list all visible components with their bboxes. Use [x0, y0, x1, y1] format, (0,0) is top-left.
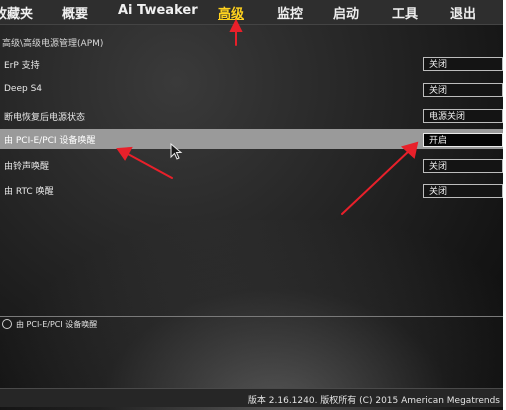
- menu-advanced[interactable]: 高级: [218, 3, 244, 22]
- info-icon: [2, 319, 12, 329]
- pcie-wake-dropdown[interactable]: 开启: [423, 133, 503, 147]
- screen-glare: [0, 220, 503, 410]
- menu-tool[interactable]: 工具: [392, 3, 418, 22]
- mouse-cursor-icon: [170, 143, 183, 160]
- menu-ai-tweaker[interactable]: Ai Tweaker: [118, 3, 198, 18]
- setting-label: 由 RTC 唤醒: [4, 187, 54, 197]
- setting-label: 由铃声唤醒: [4, 162, 50, 172]
- setting-label: 断电恢复后电源状态: [4, 113, 86, 123]
- menu-bar: 收藏夹 概要 Ai Tweaker 高级 监控 启动 工具 退出: [0, 0, 503, 25]
- setting-label: 由 PCI-E/PCI 设备唤醒: [4, 136, 96, 146]
- erp-support-dropdown[interactable]: 关闭: [423, 57, 503, 71]
- menu-main[interactable]: 概要: [62, 3, 88, 22]
- rtc-wake-dropdown[interactable]: 关闭: [423, 184, 503, 198]
- menu-boot[interactable]: 启动: [333, 3, 359, 22]
- ring-wake-dropdown[interactable]: 关闭: [423, 159, 503, 173]
- footer: 版本 2.16.1240. 版权所有 (C) 2015 American Meg…: [0, 388, 503, 407]
- power-restore-dropdown[interactable]: 电源关闭: [423, 109, 503, 123]
- setting-label: ErP 支持: [4, 61, 40, 71]
- deep-s4-dropdown[interactable]: 关闭: [423, 83, 503, 97]
- menu-exit[interactable]: 退出: [450, 3, 476, 22]
- bios-screen: 收藏夹 概要 Ai Tweaker 高级 监控 启动 工具 退出 高级\高级电源…: [0, 0, 503, 410]
- setting-label: Deep S4: [4, 84, 43, 94]
- menu-favorites[interactable]: 收藏夹: [0, 3, 33, 22]
- version-text: 版本 2.16.1240. 版权所有 (C) 2015 American Meg…: [247, 396, 500, 406]
- menu-monitor[interactable]: 监控: [277, 3, 303, 22]
- help-divider: [0, 316, 503, 317]
- breadcrumb: 高级\高级电源管理(APM): [2, 39, 104, 49]
- help-text: 由 PCI-E/PCI 设备唤醒: [16, 320, 98, 329]
